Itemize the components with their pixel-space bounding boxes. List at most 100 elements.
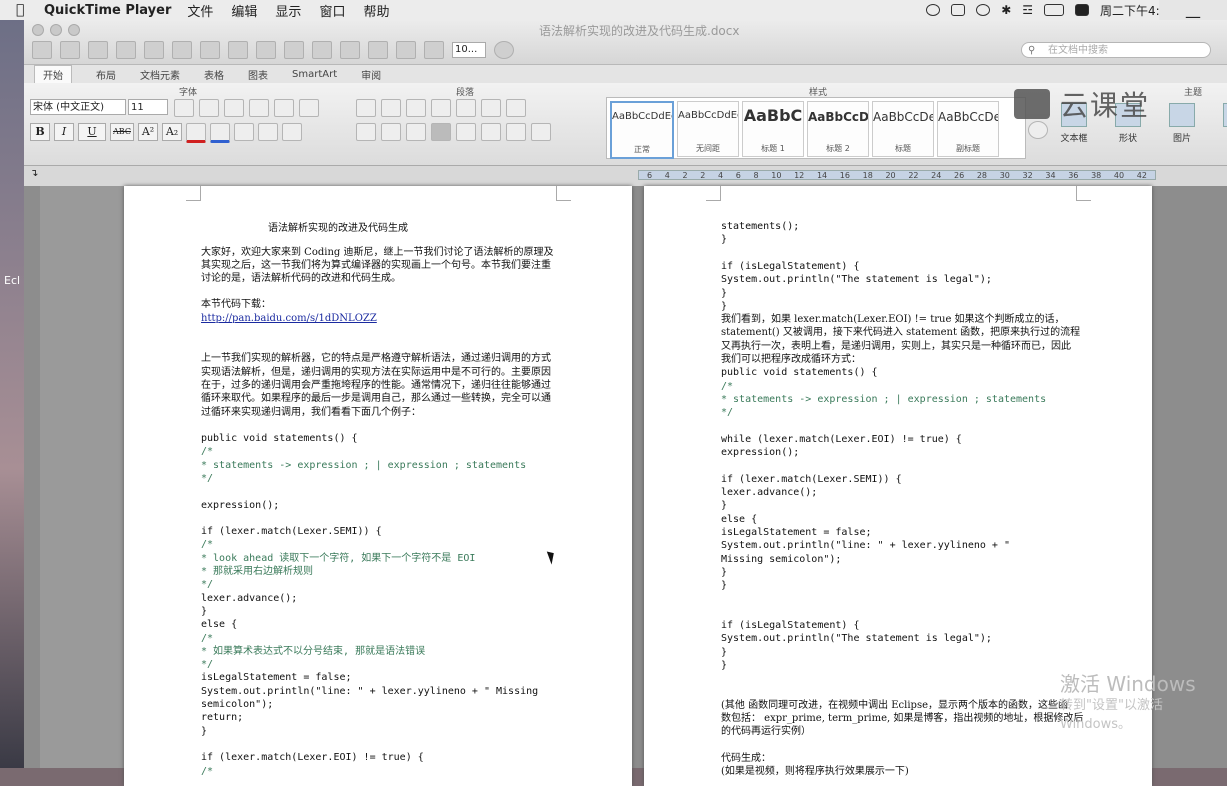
enclose-char-icon[interactable] bbox=[282, 123, 302, 141]
grow-font-icon[interactable] bbox=[174, 99, 194, 117]
bold-button[interactable]: B bbox=[30, 123, 50, 141]
format-painter-icon[interactable] bbox=[256, 41, 276, 59]
text-effects-icon[interactable] bbox=[234, 123, 254, 141]
text-line: if (lexer.match(Lexer.SEMI)) { bbox=[201, 525, 382, 538]
view-icon[interactable] bbox=[368, 41, 388, 59]
italic-button[interactable]: I bbox=[54, 123, 74, 141]
tab-smartart[interactable]: SmartArt bbox=[292, 69, 337, 80]
align-center-icon[interactable] bbox=[381, 123, 401, 141]
style-card-subtitle[interactable]: AaBbCcDe 副标题 bbox=[937, 101, 999, 157]
close-button[interactable] bbox=[32, 24, 44, 36]
gallery-icon[interactable] bbox=[424, 41, 444, 59]
time-machine-icon[interactable] bbox=[976, 4, 990, 16]
align-right-icon[interactable] bbox=[406, 123, 426, 141]
strikethrough-button[interactable]: ABC bbox=[110, 123, 134, 141]
menu-help[interactable]: 帮助 bbox=[363, 1, 389, 20]
keyboard-icon[interactable] bbox=[951, 4, 965, 16]
sidebar-icon[interactable] bbox=[340, 41, 360, 59]
highlight-icon[interactable] bbox=[210, 123, 230, 143]
decrease-indent-icon[interactable] bbox=[431, 99, 451, 117]
underline-button[interactable]: U bbox=[78, 123, 106, 141]
columns-icon[interactable] bbox=[506, 99, 526, 117]
style-card-heading-2[interactable]: AaBbCcDe 标题 2 bbox=[807, 101, 869, 157]
show-marks-icon[interactable] bbox=[531, 123, 551, 141]
multilevel-list-icon[interactable] bbox=[406, 99, 426, 117]
redo-icon[interactable] bbox=[312, 41, 332, 59]
record-icon[interactable] bbox=[926, 4, 940, 16]
font-name-select[interactable]: 宋体 (中文正文) bbox=[30, 99, 126, 115]
app-menu[interactable]: QuickTime Player bbox=[44, 3, 171, 18]
bullets-icon[interactable] bbox=[356, 99, 376, 117]
ruler-tick: 10 bbox=[771, 171, 781, 179]
cut-icon[interactable] bbox=[172, 41, 192, 59]
line-spacing-icon[interactable] bbox=[481, 123, 501, 141]
numbering-icon[interactable] bbox=[381, 99, 401, 117]
save-icon[interactable] bbox=[116, 41, 136, 59]
text-line: System.out.println("The statement is leg… bbox=[721, 273, 992, 286]
clear-format-icon[interactable] bbox=[249, 99, 269, 117]
tab-layout[interactable]: 布局 bbox=[96, 67, 116, 82]
char-shading-icon[interactable] bbox=[258, 123, 278, 141]
justify-icon[interactable] bbox=[431, 123, 451, 141]
tab-review[interactable]: 审阅 bbox=[361, 67, 381, 82]
style-card-normal[interactable]: AaBbCcDdEe 正常 bbox=[610, 101, 674, 159]
zoom-button[interactable] bbox=[68, 24, 80, 36]
template-icon[interactable] bbox=[60, 41, 80, 59]
text-line: 讨论的是，语法解析代码的改进和代码生成。 bbox=[201, 272, 401, 285]
text-line: */ bbox=[201, 578, 213, 591]
copy-icon[interactable] bbox=[200, 41, 220, 59]
text-line: } bbox=[721, 287, 727, 300]
window-controls bbox=[32, 24, 80, 36]
menu-window[interactable]: 窗口 bbox=[319, 1, 345, 20]
subscript-button[interactable]: A₂ bbox=[162, 123, 182, 141]
print-icon[interactable] bbox=[144, 41, 164, 59]
ruler-tick: 24 bbox=[931, 171, 941, 179]
undo-icon[interactable] bbox=[284, 41, 304, 59]
style-name: 标题 2 bbox=[808, 143, 868, 154]
menu-file[interactable]: 文件 bbox=[187, 1, 213, 20]
apple-icon[interactable]:  bbox=[16, 2, 32, 18]
open-icon[interactable] bbox=[88, 41, 108, 59]
picture-button[interactable]: 图片 bbox=[1162, 103, 1202, 144]
menu-edit[interactable]: 编辑 bbox=[231, 1, 257, 20]
ruler-tick: 18 bbox=[863, 171, 873, 179]
new-icon[interactable] bbox=[32, 41, 52, 59]
tab-stop-icon[interactable]: ↴ bbox=[30, 168, 38, 179]
paste-icon[interactable] bbox=[228, 41, 248, 59]
help-icon[interactable] bbox=[494, 41, 514, 59]
phonetic-icon[interactable] bbox=[274, 99, 294, 117]
battery-icon[interactable] bbox=[1044, 4, 1064, 16]
search-input[interactable]: ⚲ 在文档中搜索 bbox=[1021, 42, 1211, 58]
bluetooth-icon[interactable]: ✱ bbox=[1001, 3, 1011, 17]
style-card-no-spacing[interactable]: AaBbCcDdEe 无间距 bbox=[677, 101, 739, 157]
style-card-title[interactable]: AaBbCcDe 标题 bbox=[872, 101, 934, 157]
page-1[interactable]: 语法解析实现的改进及代码生成大家好，欢迎大家来到 Coding 迪斯尼，继上一节… bbox=[124, 186, 632, 786]
superscript-button[interactable]: A² bbox=[138, 123, 158, 141]
borders-icon[interactable] bbox=[506, 123, 526, 141]
tab-charts[interactable]: 图表 bbox=[248, 67, 268, 82]
sort-icon[interactable] bbox=[481, 99, 501, 117]
text-line: semicolon"); bbox=[201, 698, 273, 711]
text-line: 循环来取代。如果程序的最后一步是调用自己，那么通过一些转换，完全可以通 bbox=[201, 392, 551, 405]
style-card-heading-1[interactable]: AaBbC 标题 1 bbox=[742, 101, 804, 157]
input-source-icon[interactable] bbox=[1075, 4, 1089, 16]
distributed-icon[interactable] bbox=[456, 123, 476, 141]
zoom-field[interactable]: 10... bbox=[452, 42, 486, 58]
tab-document-elements[interactable]: 文档元素 bbox=[140, 67, 180, 82]
minimize-button[interactable] bbox=[50, 24, 62, 36]
shrink-font-icon[interactable] bbox=[199, 99, 219, 117]
tab-home[interactable]: 开始 bbox=[34, 65, 72, 83]
font-color-icon[interactable] bbox=[186, 123, 206, 143]
font-size-select[interactable]: 11 bbox=[128, 99, 168, 115]
align-left-icon[interactable] bbox=[356, 123, 376, 141]
themes-button[interactable]: 主题 bbox=[1216, 103, 1227, 144]
wifi-icon[interactable]: ☲ bbox=[1022, 3, 1033, 17]
increase-indent-icon[interactable] bbox=[456, 99, 476, 117]
char-border-icon[interactable] bbox=[299, 99, 319, 117]
horizontal-ruler[interactable]: 6422468101214161820222426283032343638404… bbox=[638, 170, 1156, 180]
tab-tables[interactable]: 表格 bbox=[204, 67, 224, 82]
media-icon[interactable] bbox=[396, 41, 416, 59]
menu-view[interactable]: 显示 bbox=[275, 1, 301, 20]
ruler-row: ↴ 64224681012141618202224262830323436384… bbox=[24, 166, 1227, 186]
change-case-icon[interactable] bbox=[224, 99, 244, 117]
